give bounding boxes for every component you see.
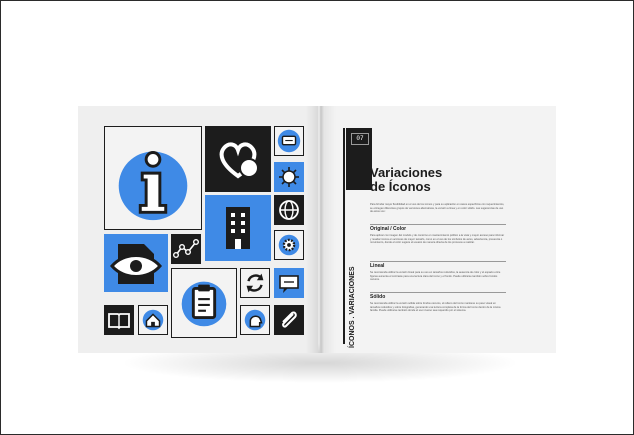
- gear-tile: [274, 230, 304, 260]
- sync-icon: [246, 273, 264, 293]
- divider: [370, 292, 506, 293]
- paperclip-tile: [274, 305, 304, 335]
- title-line-2: de Íconos: [370, 179, 431, 194]
- divider: [370, 261, 506, 262]
- heart-chat-icon: [219, 142, 259, 179]
- vertical-rule: [343, 128, 345, 344]
- chapter-number: 07: [351, 133, 369, 145]
- book-icon: [108, 313, 130, 330]
- building-icon: [226, 207, 250, 249]
- head-tile: [240, 305, 270, 335]
- section-label: ÍCONOS . VARIACIONES: [349, 266, 356, 348]
- clipboard-icon: [181, 281, 227, 327]
- intro-text: Para brindar mayor flexibilidad en el us…: [370, 203, 505, 214]
- gear-icon: [278, 234, 300, 256]
- home-icon: [142, 309, 164, 331]
- chat-icon: [279, 275, 299, 293]
- info-tile: [104, 126, 202, 230]
- book-tile: [104, 305, 134, 335]
- eye-icon: [110, 244, 162, 284]
- section-heading-solido: Sólido: [370, 294, 386, 300]
- section-body-solido: Se recomienda utilizar la versión sólida…: [370, 302, 501, 313]
- page-title: Variaciones de Íconos: [370, 166, 510, 194]
- heart-tile: [205, 126, 271, 192]
- eye-tile: [104, 234, 168, 292]
- message-icon: [277, 129, 301, 153]
- divider: [370, 224, 506, 225]
- sync-tile: [240, 268, 270, 298]
- building-tile: [205, 195, 271, 261]
- title-line-1: Variaciones: [370, 165, 443, 180]
- graph-icon: [173, 238, 200, 259]
- clipboard-tile: [171, 268, 237, 338]
- book-gutter: [306, 106, 336, 353]
- section-body-lineal: Se recomienda utilizar la versión lineal…: [370, 271, 501, 282]
- virus-icon: [279, 167, 299, 187]
- globe-tile: [274, 195, 304, 225]
- paperclip-icon: [282, 311, 297, 328]
- head-icon: [244, 309, 266, 331]
- virus-tile: [274, 162, 304, 192]
- graph-tile: [171, 234, 201, 264]
- info-icon: [118, 151, 188, 221]
- section-heading-lineal: Lineal: [370, 263, 385, 269]
- section-heading-original: Original / Color: [370, 226, 407, 232]
- home-tile: [138, 305, 168, 335]
- globe-icon: [279, 200, 299, 220]
- section-body-original: Para aplicar con imagen del modulo y de …: [370, 234, 505, 245]
- message-tile: [274, 126, 304, 156]
- chapter-number-box: 07: [346, 128, 372, 190]
- chat-tile: [274, 268, 304, 298]
